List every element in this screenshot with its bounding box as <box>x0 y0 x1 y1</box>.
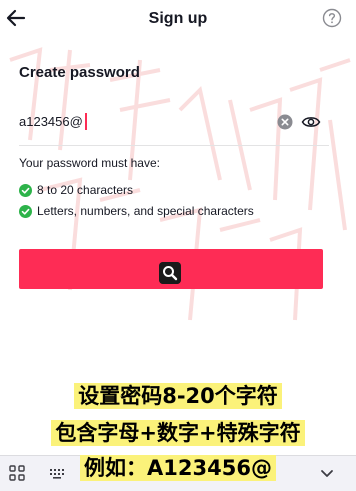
requirement-label: Letters, numbers, and special characters <box>37 204 254 218</box>
input-underline <box>19 145 329 146</box>
check-circle-icon <box>19 183 32 197</box>
section-title: Create password <box>19 64 140 81</box>
requirement-item: Letters, numbers, and special characters <box>19 202 254 220</box>
requirements-title: Your password must have: <box>19 156 160 170</box>
text-caret <box>85 113 87 130</box>
grid-icon[interactable] <box>8 464 26 482</box>
caption-text: 包含字母+数字+特殊字符 <box>51 420 305 446</box>
caption-text: 设置密码8-20个字符 <box>74 383 282 409</box>
caption-line: 设置密码8-20个字符 <box>0 380 356 410</box>
requirement-item: 8 to 20 characters <box>19 181 133 199</box>
caption-line: 包含字母+数字+特殊字符 <box>0 417 356 447</box>
keyboard-toolbar <box>0 455 356 491</box>
signup-screen: Sign up Create password Your password mu… <box>0 0 356 491</box>
check-circle-icon <box>19 204 32 218</box>
eye-icon[interactable] <box>301 113 321 131</box>
search-loader-icon <box>159 262 181 284</box>
chevron-down-icon[interactable] <box>318 464 336 482</box>
top-bar: Sign up <box>0 0 356 40</box>
keyboard-icon[interactable] <box>48 464 66 482</box>
clear-input-icon[interactable] <box>277 114 293 130</box>
requirement-label: 8 to 20 characters <box>37 183 134 197</box>
next-button[interactable] <box>19 249 323 289</box>
help-icon[interactable] <box>322 8 342 28</box>
password-row <box>19 108 329 138</box>
page-title: Sign up <box>148 10 208 27</box>
password-input[interactable] <box>19 114 259 129</box>
